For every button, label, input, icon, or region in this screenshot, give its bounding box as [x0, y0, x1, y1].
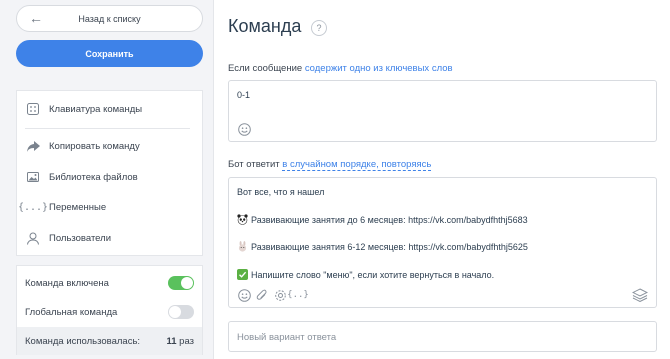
- command-menu: Клавиатура команды Копировать команду Би…: [16, 90, 203, 256]
- new-variant-field[interactable]: Новый вариант ответа: [228, 321, 657, 352]
- reply-line-text: Вот все, что я нашел: [237, 187, 325, 197]
- paperclip-icon[interactable]: [255, 288, 269, 302]
- menu-item-label: Клавиатура команды: [49, 103, 143, 115]
- reply-label: Бот ответит в случайном порядке, повторя…: [228, 159, 432, 171]
- braces-icon: {...}: [17, 201, 49, 213]
- layers-icon[interactable]: [631, 288, 649, 303]
- reply-line-text: Развивающие занятия до 6 месяцев: https:…: [251, 214, 528, 225]
- reply-line: Вот все, что я нашел: [237, 187, 324, 197]
- menu-item-label: Копировать команду: [49, 140, 140, 152]
- braces-icon[interactable]: {..}: [287, 288, 309, 302]
- rabbit-icon: [237, 241, 248, 252]
- main-panel: Команда ? Если сообщение содержит одно и…: [214, 0, 670, 359]
- trigger-prefix: Если сообщение: [228, 63, 303, 74]
- save-button[interactable]: Сохранить: [16, 40, 203, 67]
- reply-toolbar: {..}: [237, 288, 309, 302]
- menu-item-users[interactable]: Пользователи: [17, 224, 202, 252]
- reply-mode-link[interactable]: в случайном порядке, повторяясь: [282, 159, 432, 171]
- command-settings: Команда включена Глобальная команда Кома…: [16, 265, 203, 355]
- reply-prefix: Бот ответит: [228, 159, 280, 170]
- emoji-icon[interactable]: [237, 122, 251, 136]
- panda-icon: [237, 214, 248, 225]
- keywords-field[interactable]: 0-1: [228, 80, 657, 142]
- share-icon: [26, 139, 40, 153]
- menu-item-label: Пользователи: [49, 232, 112, 244]
- help-icon[interactable]: ?: [311, 20, 327, 36]
- menu-item-library[interactable]: Библиотека файлов: [17, 163, 202, 191]
- back-to-list-button[interactable]: ← Назад к списку: [16, 5, 203, 32]
- reply-line-text: Напишите слово "меню", если хотите верну…: [251, 269, 495, 280]
- menu-divider: [25, 128, 190, 129]
- check-mark-icon: [237, 269, 248, 280]
- menu-item-variables[interactable]: {...} Переменные: [17, 193, 202, 221]
- trigger-mode-link[interactable]: содержит одно из ключевых слов: [305, 63, 453, 74]
- emoji-icon[interactable]: [237, 288, 251, 302]
- gear-icon[interactable]: [273, 288, 287, 302]
- usage-label: Команда использовалась:: [25, 335, 141, 347]
- enabled-label: Команда включена: [25, 277, 109, 289]
- arrow-left-icon: ←: [29, 10, 43, 26]
- page-title: Команда: [228, 16, 302, 36]
- global-toggle[interactable]: [168, 305, 194, 319]
- keywords-toolbar: [237, 122, 251, 136]
- image-icon: [26, 170, 40, 184]
- keyboard-icon: [26, 102, 40, 116]
- user-icon: [26, 231, 40, 245]
- reply-line: Развивающие занятия 6-12 месяцев: https:…: [237, 241, 528, 252]
- back-to-list-label: Назад к списку: [78, 13, 141, 24]
- reply-line: Развивающие занятия до 6 месяцев: https:…: [237, 214, 528, 225]
- usage-count-unit: раз: [179, 335, 194, 347]
- sidebar: ← Назад к списку Сохранить Клавиатура ко…: [0, 0, 214, 359]
- toggle-knob: [169, 306, 181, 318]
- global-row: Глобальная команда: [17, 298, 202, 326]
- reply-field[interactable]: Вот все, что я нашел Развивающие занятия…: [228, 177, 657, 308]
- menu-item-keyboard[interactable]: Клавиатура команды: [17, 95, 202, 123]
- new-variant-placeholder: Новый вариант ответа: [237, 332, 337, 343]
- enabled-row: Команда включена: [17, 269, 202, 297]
- usage-count: 11 раз: [166, 336, 194, 347]
- trigger-label: Если сообщение содержит одно из ключевых…: [228, 63, 453, 74]
- enabled-toggle[interactable]: [168, 276, 194, 290]
- usage-count-value: 11: [166, 335, 177, 347]
- menu-item-copy[interactable]: Копировать команду: [17, 132, 202, 160]
- keywords-value: 0-1: [237, 90, 251, 100]
- menu-item-label: Библиотека файлов: [49, 171, 138, 183]
- usage-row: Команда использовалась: 11 раз: [17, 327, 202, 355]
- reply-line-text: Развивающие занятия 6-12 месяцев: https:…: [251, 241, 528, 252]
- menu-item-label: Переменные: [49, 201, 107, 213]
- global-label: Глобальная команда: [25, 306, 118, 318]
- reply-line: Напишите слово "меню", если хотите верну…: [237, 269, 494, 280]
- toggle-knob: [181, 277, 193, 289]
